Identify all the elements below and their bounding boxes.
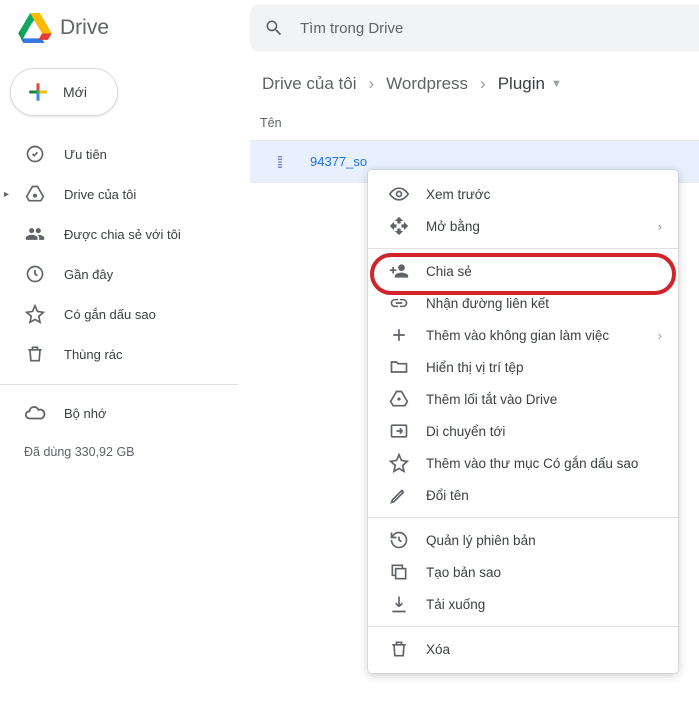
plus-thin-icon — [388, 325, 410, 345]
chevron-right-icon: › — [658, 328, 662, 343]
breadcrumb-item[interactable]: Drive của tôi — [260, 70, 358, 98]
menu-label: Nhận đường liên kết — [426, 296, 662, 311]
cloud-icon — [24, 402, 46, 424]
search-placeholder: Tìm trong Drive — [300, 20, 403, 37]
menu-add-shortcut[interactable]: Thêm lối tắt vào Drive — [368, 383, 678, 415]
menu-label: Tải xuống — [426, 597, 662, 612]
history-icon — [388, 530, 410, 550]
menu-rename[interactable]: Đổi tên — [368, 479, 678, 511]
menu-delete[interactable]: Xóa — [368, 633, 678, 665]
storage-used-text: Đã dùng 330,92 GB — [0, 445, 238, 459]
person-add-icon — [388, 261, 410, 281]
menu-add-workspace[interactable]: Thêm vào không gian làm việc › — [368, 319, 678, 351]
sidebar-item-recent[interactable]: Gần đây — [0, 254, 238, 294]
menu-label: Hiển thị vị trí tệp — [426, 360, 662, 375]
recent-icon — [24, 264, 46, 284]
move-icon — [388, 421, 410, 441]
app-name: Drive — [60, 16, 109, 40]
context-menu: Xem trước Mở bằng › Chia sẻ Nhận đường l… — [368, 170, 678, 673]
menu-label: Tạo bản sao — [426, 565, 662, 580]
chevron-right-icon: › — [480, 74, 486, 94]
menu-label: Đổi tên — [426, 488, 662, 503]
menu-copy[interactable]: Tạo bản sao — [368, 556, 678, 588]
menu-label: Quản lý phiên bản — [426, 533, 662, 548]
star-icon — [24, 304, 46, 324]
drive-shortcut-icon — [388, 389, 410, 409]
sidebar-item-label: Được chia sẻ với tôi — [64, 227, 181, 242]
breadcrumb: Drive của tôi › Wordpress › Plugin ▼ — [250, 56, 699, 112]
download-icon — [388, 594, 410, 614]
drive-logo-icon — [18, 13, 52, 43]
sidebar-item-shared[interactable]: Được chia sẻ với tôi — [0, 214, 238, 254]
sidebar-item-storage[interactable]: Bộ nhớ — [0, 393, 238, 433]
breadcrumb-label: Plugin — [498, 74, 545, 94]
zip-file-icon — [272, 154, 288, 170]
eye-icon — [388, 184, 410, 204]
menu-versions[interactable]: Quản lý phiên bản — [368, 524, 678, 556]
plus-icon — [25, 79, 51, 105]
menu-share[interactable]: Chia sẻ — [368, 255, 678, 287]
shared-icon — [24, 224, 46, 244]
menu-add-star[interactable]: Thêm vào thư mục Có gắn dấu sao — [368, 447, 678, 479]
file-name: 94377_so — [310, 154, 367, 169]
breadcrumb-item[interactable]: Wordpress — [384, 70, 470, 98]
menu-download[interactable]: Tải xuống — [368, 588, 678, 620]
menu-label: Di chuyển tới — [426, 424, 662, 439]
menu-preview[interactable]: Xem trước — [368, 178, 678, 210]
sidebar-item-my-drive[interactable]: ▸ Drive của tôi — [0, 174, 238, 214]
sidebar-item-label: Gần đây — [64, 267, 113, 282]
sidebar-item-label: Thùng rác — [64, 347, 123, 362]
divider — [0, 384, 238, 385]
sidebar: Mới Ưu tiên ▸ Drive của tôi Được chia sẻ… — [0, 60, 238, 459]
dropdown-caret-icon: ▼ — [551, 78, 562, 90]
new-button[interactable]: Mới — [10, 68, 118, 116]
menu-divider — [368, 517, 678, 518]
link-icon — [388, 293, 410, 313]
main-area: Drive của tôi › Wordpress › Plugin ▼ Tên… — [250, 56, 699, 183]
menu-label: Thêm lối tắt vào Drive — [426, 392, 662, 407]
menu-label: Xóa — [426, 642, 662, 657]
search-input[interactable]: Tìm trong Drive — [250, 5, 699, 51]
header: Drive Tìm trong Drive — [0, 0, 699, 56]
menu-show-location[interactable]: Hiển thị vị trí tệp — [368, 351, 678, 383]
pencil-icon — [388, 485, 410, 505]
sidebar-item-label: Drive của tôi — [64, 187, 136, 202]
priority-icon — [24, 144, 46, 164]
menu-label: Thêm vào thư mục Có gắn dấu sao — [426, 456, 662, 471]
my-drive-icon — [24, 184, 46, 204]
menu-move[interactable]: Di chuyển tới — [368, 415, 678, 447]
menu-get-link[interactable]: Nhận đường liên kết — [368, 287, 678, 319]
logo-area[interactable]: Drive — [0, 13, 250, 43]
sidebar-item-trash[interactable]: Thùng rác — [0, 334, 238, 374]
trash-icon — [24, 344, 46, 364]
sidebar-item-label: Ưu tiên — [64, 147, 107, 162]
menu-divider — [368, 626, 678, 627]
search-icon — [264, 18, 284, 38]
menu-divider — [368, 248, 678, 249]
chevron-right-icon: › — [368, 74, 374, 94]
trash-icon — [388, 639, 410, 659]
breadcrumb-current[interactable]: Plugin ▼ — [496, 70, 564, 98]
menu-label: Thêm vào không gian làm việc — [426, 328, 658, 343]
menu-label: Xem trước — [426, 187, 662, 202]
folder-icon — [388, 357, 410, 377]
menu-open-with[interactable]: Mở bằng › — [368, 210, 678, 242]
sidebar-item-starred[interactable]: Có gắn dấu sao — [0, 294, 238, 334]
sidebar-item-priority[interactable]: Ưu tiên — [0, 134, 238, 174]
sidebar-item-label: Bộ nhớ — [64, 406, 107, 421]
open-with-icon — [388, 216, 410, 236]
star-icon — [388, 453, 410, 473]
menu-label: Chia sẻ — [426, 264, 662, 279]
column-header-name[interactable]: Tên — [250, 116, 699, 141]
new-label: Mới — [63, 84, 87, 100]
sidebar-item-label: Có gắn dấu sao — [64, 307, 156, 322]
menu-label: Mở bằng — [426, 219, 658, 234]
chevron-right-icon: › — [658, 219, 662, 234]
expand-caret-icon[interactable]: ▸ — [4, 189, 9, 200]
copy-icon — [388, 562, 410, 582]
